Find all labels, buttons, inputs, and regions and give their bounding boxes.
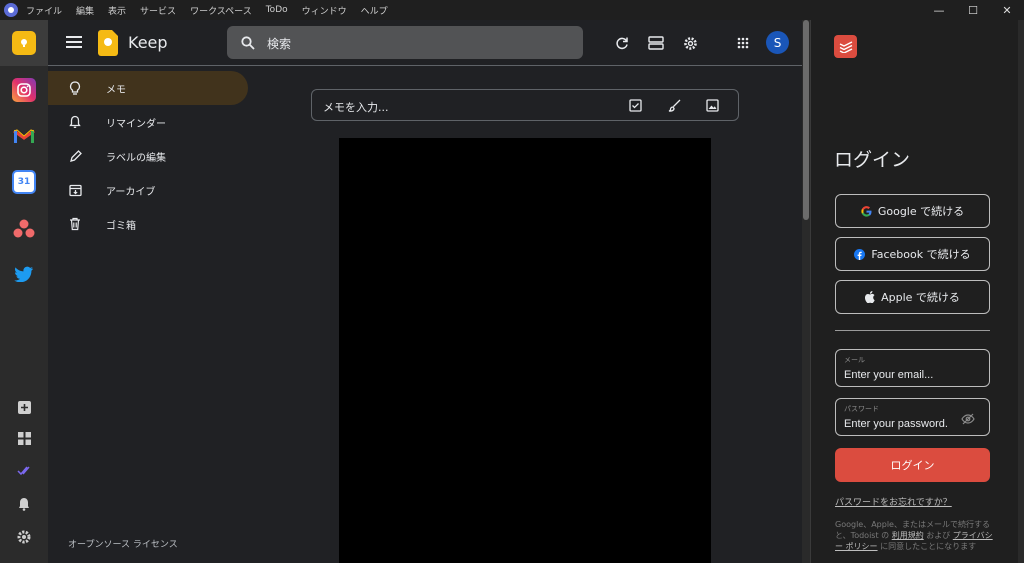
bell-icon (67, 114, 83, 130)
twitter-icon[interactable] (12, 262, 36, 286)
menu-todo[interactable]: ToDo (266, 5, 288, 15)
facebook-login-button[interactable]: Facebook で続ける (835, 237, 990, 271)
calendar-icon[interactable]: 31 (12, 170, 36, 194)
google-login-button[interactable]: Google で続ける (835, 194, 990, 228)
asana-icon[interactable] (12, 217, 36, 241)
menu-file[interactable]: ファイル (26, 4, 62, 17)
terms-text-3: に同意したことになります (880, 542, 977, 551)
apple-login-button[interactable]: Apple で続ける (835, 280, 990, 314)
menu-workspaces[interactable]: ワークスペース (190, 4, 252, 17)
checklist-icon[interactable] (17, 464, 31, 478)
trash-icon (67, 216, 83, 232)
divider (835, 330, 990, 331)
pencil-icon (67, 148, 83, 164)
instagram-icon[interactable] (12, 78, 36, 102)
email-field[interactable]: メール Enter your email... (835, 349, 990, 387)
email-placeholder: Enter your email... (844, 369, 934, 381)
keep-logo (98, 30, 118, 56)
search-icon[interactable] (241, 35, 255, 54)
note-card[interactable] (339, 138, 711, 563)
add-icon[interactable] (17, 400, 31, 414)
sidebar-item-trash[interactable]: ゴミ箱 (48, 207, 248, 241)
keep-header: Keep 検索 S (48, 20, 810, 66)
settings-icon[interactable] (681, 34, 699, 52)
keep-icon[interactable] (12, 31, 36, 55)
terms-link[interactable]: 利用規約 (892, 531, 924, 540)
menu-services[interactable]: サービス (140, 4, 176, 17)
title-bar: ファイル 編集 表示 サービス ワークスペース ToDo ウィンドウ ヘルプ —… (0, 0, 1024, 20)
menu-edit[interactable]: 編集 (76, 4, 94, 17)
maximize-button[interactable]: ☐ (956, 0, 990, 20)
terms-text: Google、Apple、またはメールで続行すると、Todoist の 利用規約… (835, 519, 995, 552)
avatar[interactable]: S (766, 31, 789, 54)
image-icon[interactable] (705, 98, 719, 112)
forgot-password-link[interactable]: パスワードをお忘れですか？ (835, 495, 952, 508)
password-label: パスワード (844, 405, 879, 413)
login-button[interactable]: ログイン (835, 448, 990, 482)
menu-window[interactable]: ウィンドウ (302, 4, 347, 17)
terms-text-2: および (926, 531, 951, 540)
refresh-icon[interactable] (613, 34, 631, 52)
apple-login-label: Apple で続ける (881, 291, 960, 304)
app-logo-icon (4, 3, 18, 17)
brush-icon[interactable] (667, 98, 681, 112)
close-button[interactable]: ✕ (990, 0, 1024, 20)
lightbulb-icon (67, 80, 83, 96)
sidebar-item-label: リマインダー (106, 118, 166, 130)
login-title: ログイン (834, 149, 911, 171)
sidebar-item-label: ラベルの編集 (106, 152, 166, 164)
checkbox-icon[interactable] (628, 98, 642, 112)
sidebar-item-edit-labels[interactable]: ラベルの編集 (48, 139, 248, 173)
note-placeholder: メモを入力... (323, 101, 389, 114)
google-icon (861, 205, 872, 217)
sidebar-item-reminders[interactable]: リマインダー (48, 105, 248, 139)
main-menu-icon[interactable] (66, 36, 82, 48)
open-source-license-link[interactable]: オープンソース ライセンス (68, 537, 178, 550)
eye-off-icon[interactable] (961, 410, 975, 429)
email-label: メール (844, 356, 865, 364)
facebook-icon (854, 248, 866, 260)
minimize-button[interactable]: — (922, 0, 956, 20)
calendar-day: 31 (17, 177, 31, 187)
todoist-panel: ログイン Google で続ける Facebook で続ける Apple で続け… (810, 20, 1018, 563)
keep-main: メモを入力... (254, 66, 810, 563)
keep-title: Keep (128, 33, 168, 52)
sidebar-item-archive[interactable]: アーカイブ (48, 173, 248, 207)
sidebar-item-notes[interactable]: メモ (48, 71, 248, 105)
search-input[interactable]: 検索 (227, 26, 583, 59)
scrollbar[interactable] (802, 20, 810, 563)
services-rail: 31 (0, 20, 48, 563)
todoist-logo-icon (834, 35, 857, 58)
list-view-icon[interactable] (647, 34, 665, 52)
grid-icon[interactable] (17, 431, 31, 445)
search-placeholder: 検索 (267, 37, 292, 51)
sidebar-item-label: ゴミ箱 (106, 220, 136, 232)
password-placeholder: Enter your password... (844, 418, 948, 430)
password-field[interactable]: パスワード Enter your password... (835, 398, 990, 436)
sidebar-item-label: メモ (106, 84, 126, 96)
apple-icon (865, 291, 875, 303)
gear-icon[interactable] (17, 530, 31, 544)
archive-icon (67, 182, 83, 198)
right-scrollbar[interactable] (1018, 20, 1024, 563)
sidebar-item-label: アーカイブ (106, 186, 156, 198)
scrollbar-thumb[interactable] (803, 20, 809, 220)
bell-icon[interactable] (17, 497, 31, 511)
facebook-login-label: Facebook で続ける (871, 248, 971, 261)
apps-grid-icon[interactable] (734, 34, 752, 52)
gmail-icon[interactable] (12, 124, 36, 148)
menu-help[interactable]: ヘルプ (361, 4, 388, 17)
keep-sidebar: メモ リマインダー ラベルの編集 アーカイブ ゴミ箱 オープンソース ライセンス (48, 66, 254, 563)
menu-view[interactable]: 表示 (108, 4, 126, 17)
google-login-label: Google で続ける (877, 205, 965, 218)
take-note-input[interactable]: メモを入力... (311, 89, 739, 121)
